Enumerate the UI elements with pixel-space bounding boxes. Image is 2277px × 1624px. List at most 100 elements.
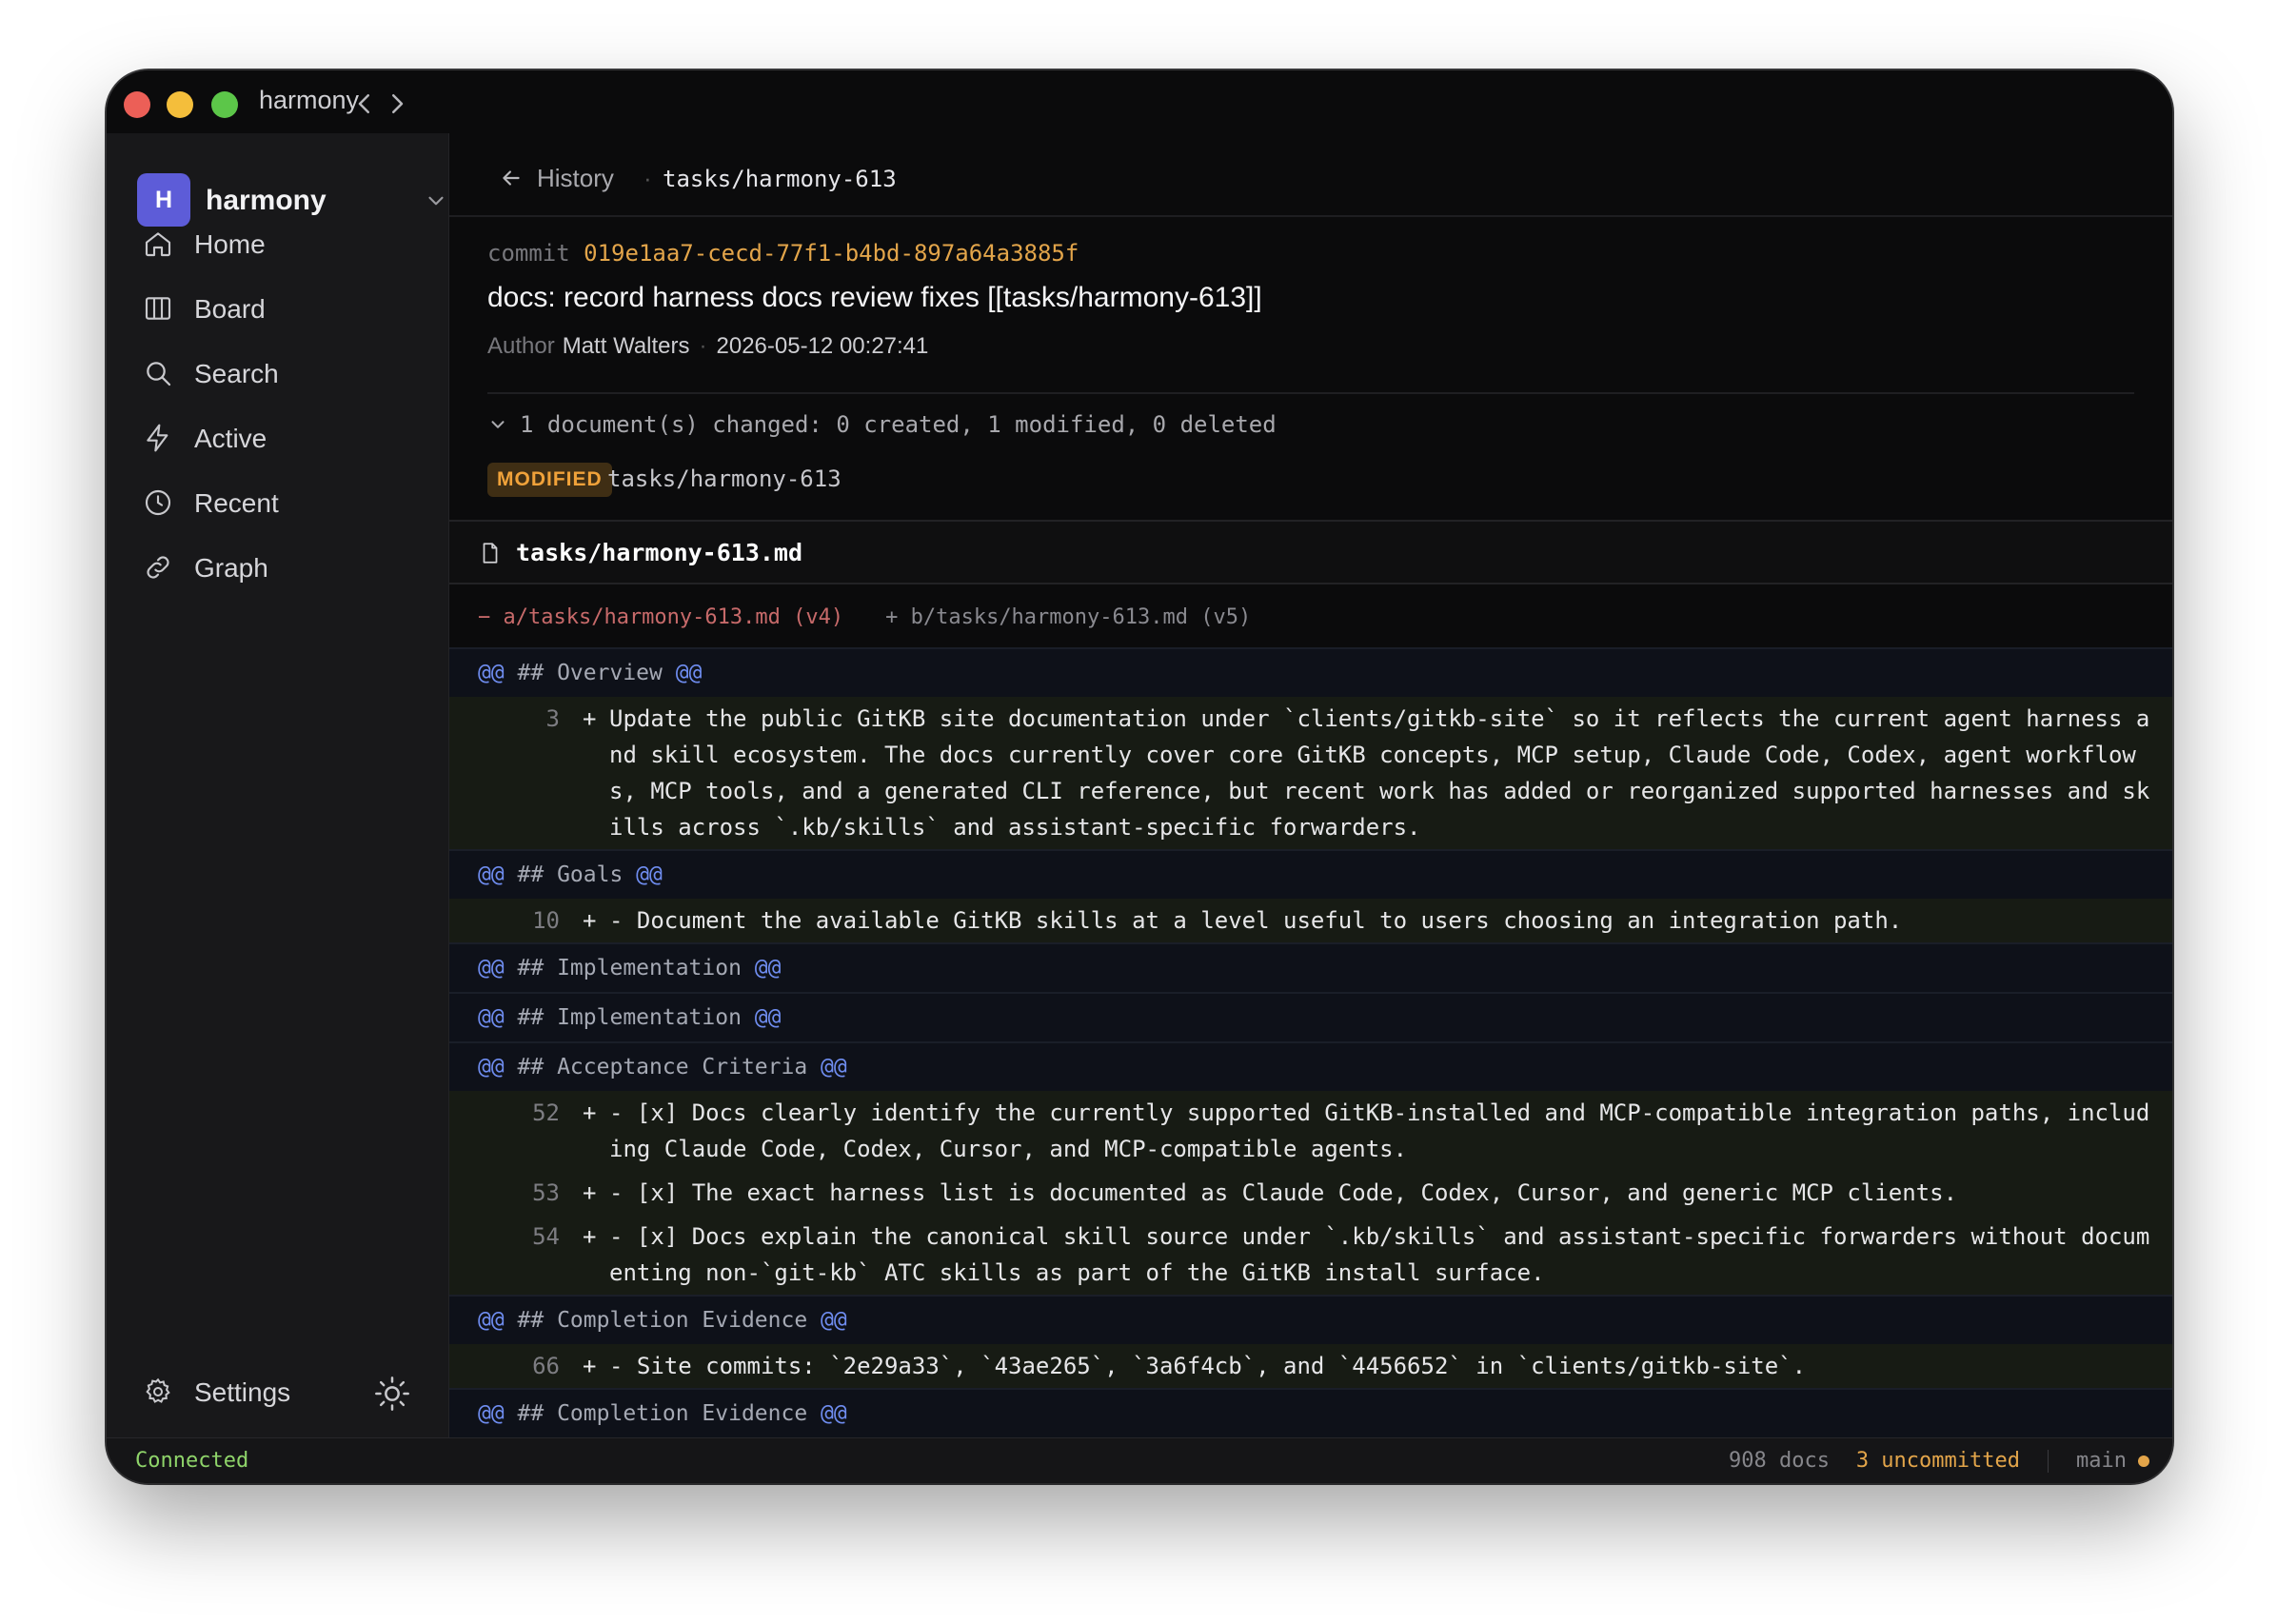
zoom-window-button[interactable] bbox=[211, 91, 238, 118]
hunk-marker: @@ bbox=[478, 956, 518, 980]
hunk-marker: @@ bbox=[741, 956, 782, 980]
workspace-avatar: H bbox=[137, 173, 190, 227]
hunk-section: ## Implementation bbox=[517, 956, 742, 980]
theme-toggle-button[interactable] bbox=[373, 1375, 411, 1413]
hunk-section: ## Acceptance Criteria bbox=[517, 1055, 808, 1079]
hunk-marker: @@ bbox=[807, 1308, 847, 1333]
author-label: Author bbox=[487, 333, 555, 359]
hunk-marker: @@ bbox=[478, 1055, 518, 1079]
hunk-marker: @@ bbox=[807, 1401, 847, 1426]
dot-separator: · bbox=[699, 333, 707, 359]
clock-icon bbox=[145, 489, 171, 516]
uncommitted-count[interactable]: 3 uncommitted bbox=[1856, 1449, 2020, 1473]
file-icon bbox=[483, 543, 498, 564]
diff-added-line: 54 + - [x] Docs explain the canonical skil… bbox=[449, 1215, 2172, 1295]
diff-hunk-header[interactable]: @@ ## Implementation @@ bbox=[449, 992, 2172, 1041]
workspace-name: harmony bbox=[206, 185, 327, 216]
arrow-left-icon[interactable] bbox=[499, 166, 524, 190]
hunk-section: ## Completion Evidence bbox=[517, 1401, 808, 1426]
gear-icon bbox=[146, 1377, 170, 1403]
commit-label: commit bbox=[487, 240, 570, 267]
commit-hash: 019e1aa7-cecd-77f1-b4bd-897a64a3885f bbox=[584, 240, 1079, 267]
diff-hunk-header[interactable]: @@ ## Acceptance Criteria @@ bbox=[449, 1041, 2172, 1091]
doc-count: 908 docs bbox=[1729, 1449, 1830, 1473]
sidebar-item-graph[interactable]: Graph bbox=[143, 545, 428, 592]
line-content: Update the public GitKB site documentati… bbox=[609, 705, 2150, 841]
hunk-header-text: @@ ## Overview @@ bbox=[478, 661, 702, 685]
diff-added-line: 66 + - Site commits: `2e29a33`, `43ae265`,… bbox=[449, 1344, 2172, 1388]
diff-hunk-header[interactable]: @@ ## Overview @@ bbox=[449, 647, 2172, 697]
line-content: - Site commits: `2e29a33`, `43ae265`, `3… bbox=[609, 1353, 1807, 1379]
breadcrumb-current: tasks/harmony-613 bbox=[663, 166, 897, 192]
diff-hunk-header[interactable]: @@ ## Goals @@ bbox=[449, 849, 2172, 899]
line-number: 3 bbox=[545, 705, 560, 732]
sidebar-item-home[interactable]: Home bbox=[143, 221, 428, 268]
forward-nav-icon[interactable] bbox=[383, 89, 411, 118]
hunk-header-text: @@ ## Implementation @@ bbox=[478, 956, 782, 980]
chevron-down-icon bbox=[491, 421, 505, 428]
link-icon bbox=[147, 556, 169, 579]
line-content: - [x] Docs explain the canonical skill s… bbox=[609, 1223, 2150, 1286]
commit-line: commit 019e1aa7-cecd-77f1-b4bd-897a64a38… bbox=[487, 240, 1079, 267]
hunk-header-text: @@ ## Implementation @@ bbox=[478, 1005, 782, 1030]
sidebar-item-search[interactable]: Search bbox=[143, 350, 428, 398]
diff-added-line: 53 + - [x] The exact harness list is docum… bbox=[449, 1171, 2172, 1215]
diff-hunk-header[interactable]: @@ ## Completion Evidence @@ bbox=[449, 1295, 2172, 1344]
line-content: - [x] Docs clearly identify the currentl… bbox=[609, 1099, 2150, 1162]
added-marker: + bbox=[583, 907, 597, 934]
sidebar-item-label: Board bbox=[194, 294, 266, 324]
diff-hunk-header[interactable]: @@ ## Completion Evidence @@ bbox=[449, 1388, 2172, 1437]
search-icon bbox=[147, 362, 171, 386]
window-title: harmony bbox=[259, 86, 360, 114]
diff-added-line: 3 + Update the public GitKB site documenta… bbox=[449, 697, 2172, 849]
back-nav-icon[interactable] bbox=[350, 89, 379, 118]
minimize-window-button[interactable] bbox=[167, 91, 193, 118]
sidebar-item-label: Search bbox=[194, 359, 279, 388]
hunk-marker: @@ bbox=[478, 1401, 518, 1426]
commit-date: 2026-05-12 00:27:41 bbox=[716, 333, 929, 359]
sidebar-item-label: Graph bbox=[194, 553, 268, 583]
line-number: 52 bbox=[532, 1099, 560, 1126]
diff-hunk-header[interactable]: @@ ## Implementation @@ bbox=[449, 942, 2172, 992]
sidebar-item-board[interactable]: Board bbox=[143, 286, 428, 333]
line-number: 53 bbox=[532, 1179, 560, 1206]
board-icon bbox=[145, 297, 171, 320]
diff-new-ref: + b/tasks/harmony-613.md (v5) bbox=[885, 605, 1252, 629]
connection-status: Connected bbox=[135, 1449, 249, 1473]
settings-label: Settings bbox=[194, 1377, 291, 1407]
hunk-marker: @@ bbox=[623, 862, 663, 887]
sidebar-item-label: Home bbox=[194, 229, 266, 259]
changes-summary-toggle[interactable]: 1 document(s) changed: 0 created, 1 modi… bbox=[487, 411, 1277, 438]
diff-body: @@ ## Overview @@ 3 + Update the public Git… bbox=[449, 647, 2172, 1437]
added-marker: + bbox=[583, 1353, 597, 1379]
line-number: 54 bbox=[532, 1223, 560, 1250]
status-badge: MODIFIED bbox=[487, 463, 612, 497]
hunk-section: ## Completion Evidence bbox=[517, 1308, 808, 1333]
branch-name[interactable]: main bbox=[2076, 1449, 2127, 1473]
sidebar-item-recent[interactable]: Recent bbox=[143, 480, 428, 527]
branch-dirty-indicator bbox=[2138, 1456, 2149, 1467]
breadcrumb-history-link[interactable]: History bbox=[537, 164, 614, 193]
diff-file-header: tasks/harmony-613.md bbox=[449, 520, 2172, 584]
diff-refs: − a/tasks/harmony-613.md (v4) + b/tasks/h… bbox=[478, 605, 1251, 629]
line-number: 66 bbox=[532, 1353, 560, 1379]
chevron-down-icon bbox=[428, 196, 444, 206]
hunk-marker: @@ bbox=[478, 661, 518, 685]
added-marker: + bbox=[583, 1223, 597, 1250]
author-line: Author Matt Walters · 2026-05-12 00:27:41 bbox=[487, 333, 928, 360]
line-content: - [x] The exact harness list is document… bbox=[609, 1179, 1958, 1206]
close-window-button[interactable] bbox=[124, 91, 150, 118]
app-window: harmony H harmony Home Board Search Acti… bbox=[107, 70, 2172, 1483]
hunk-marker: @@ bbox=[741, 1005, 782, 1030]
meta-divider bbox=[487, 392, 2134, 394]
added-marker: + bbox=[583, 1099, 597, 1126]
status-bar: Connected 908 docs 3 uncommitted main bbox=[107, 1437, 2172, 1483]
diff-added-line: 52 + - [x] Docs clearly identify the curre… bbox=[449, 1091, 2172, 1171]
titlebar: harmony bbox=[107, 70, 2172, 133]
sidebar-item-active[interactable]: Active bbox=[143, 415, 428, 463]
hunk-header-text: @@ ## Acceptance Criteria @@ bbox=[478, 1055, 847, 1079]
hunk-section: ## Goals bbox=[517, 862, 624, 887]
hunk-header-text: @@ ## Goals @@ bbox=[478, 862, 663, 887]
changed-doc-link[interactable]: tasks/harmony-613 bbox=[607, 465, 842, 492]
home-icon bbox=[145, 232, 171, 257]
